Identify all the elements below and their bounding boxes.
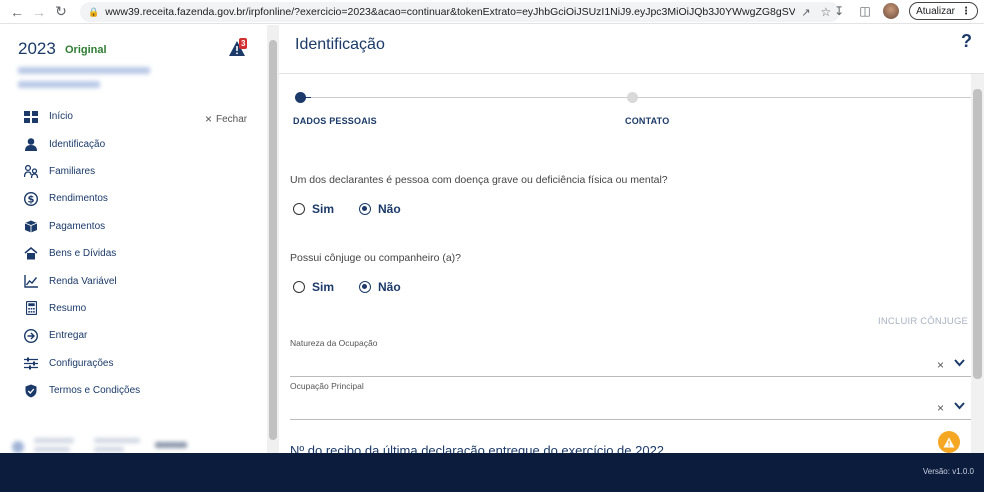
sidebar-item-label: Rendimentos bbox=[49, 193, 108, 205]
lock-icon: 🔒 bbox=[88, 6, 100, 17]
main-scrollbar-thumb[interactable] bbox=[973, 89, 982, 379]
sidebar-item-inicio[interactable]: Início bbox=[0, 103, 268, 130]
radio-circle-selected[interactable] bbox=[359, 281, 371, 293]
page-title: Identificação bbox=[295, 36, 385, 53]
clear-icon[interactable]: × bbox=[937, 358, 944, 372]
radio-circle[interactable] bbox=[293, 203, 305, 215]
sidebar-item-renda-variavel[interactable]: Renda Variável bbox=[0, 267, 268, 294]
chevron-down-icon[interactable] bbox=[954, 399, 965, 413]
bookmark-star-icon[interactable]: ☆ bbox=[820, 5, 831, 19]
question-conjuge: Possui cônjuge ou companheiro (a)? bbox=[290, 252, 462, 264]
profile-avatar[interactable] bbox=[883, 3, 900, 19]
radio-q1-sim[interactable]: Sim bbox=[293, 202, 334, 216]
radio-label: Sim bbox=[312, 280, 335, 294]
svg-text:$: $ bbox=[28, 194, 35, 205]
share-icon[interactable]: ↗ bbox=[801, 6, 810, 19]
sidebar-item-pagamentos[interactable]: Pagamentos bbox=[0, 213, 268, 240]
sidebar-item-label: Identificação bbox=[49, 138, 106, 150]
dollar-icon: $ bbox=[23, 191, 39, 206]
question-doenca-grave: Um dos declarantes é pessoa com doença g… bbox=[290, 174, 668, 186]
sidebar-item-label: Renda Variável bbox=[49, 275, 117, 287]
footer: Versão: v1.0.0 bbox=[0, 453, 984, 492]
radio-circle-selected[interactable] bbox=[359, 203, 371, 215]
sidebar-item-label: Bens e Dívidas bbox=[49, 248, 117, 260]
update-label: Atualizar bbox=[916, 5, 955, 17]
help-icon[interactable]: ? bbox=[961, 31, 972, 52]
ocupacao-principal-label: Ocupação Principal bbox=[290, 381, 364, 391]
address-bar[interactable]: 🔒 www39.receita.fazenda.gov.br/irpfonlin… bbox=[80, 2, 840, 22]
reload-icon[interactable]: ↻ bbox=[50, 1, 72, 23]
sidebar-item-rendimentos[interactable]: $ Rendimentos bbox=[0, 185, 268, 212]
sidebar-item-label: Resumo bbox=[49, 302, 87, 314]
sidebar-item-label: Configurações bbox=[49, 357, 114, 369]
download-icon[interactable]: ↧ bbox=[831, 3, 847, 19]
include-spouse-button[interactable]: INCLUIR CÔNJUGE bbox=[878, 316, 968, 327]
declaration-type: Original bbox=[65, 44, 107, 56]
clear-icon[interactable]: × bbox=[937, 401, 944, 415]
radio-q1-nao[interactable]: Não bbox=[359, 202, 401, 216]
step-label-dados-pessoais[interactable]: DADOS PESSOAIS bbox=[293, 116, 377, 126]
forward-icon[interactable]: → bbox=[28, 1, 50, 23]
back-icon[interactable]: ← bbox=[6, 1, 28, 23]
sidebar-item-entregar[interactable]: Entregar bbox=[0, 322, 268, 349]
radio-label: Não bbox=[378, 280, 401, 294]
kebab-menu-icon: ⋮ bbox=[961, 5, 971, 17]
calculator-icon bbox=[23, 301, 39, 316]
taxpayer-cpf-redacted bbox=[18, 81, 100, 88]
sidebar-item-termos[interactable]: Termos e Condições bbox=[0, 377, 268, 404]
sidebar-item-bens-dividas[interactable]: Bens e Dívidas bbox=[0, 240, 268, 267]
notification-alert-icon[interactable]: 3 bbox=[229, 38, 251, 56]
declaration-year: 2023 bbox=[18, 39, 56, 58]
box-icon bbox=[23, 219, 39, 233]
sidebar-item-label: Início bbox=[49, 111, 73, 123]
sidebar-item-label: Termos e Condições bbox=[49, 385, 141, 397]
radio-circle[interactable] bbox=[293, 281, 305, 293]
sidebar-item-label: Pagamentos bbox=[49, 220, 106, 232]
chart-icon bbox=[23, 274, 39, 288]
family-icon bbox=[23, 164, 39, 178]
sidepanel-icon[interactable]: ◫ bbox=[857, 3, 873, 19]
radio-label: Não bbox=[378, 202, 401, 216]
sidebar-item-familiares[interactable]: Familiares bbox=[0, 158, 268, 185]
sidebar-item-resumo[interactable]: Resumo bbox=[0, 295, 268, 322]
version-label: Versão: v1.0.0 bbox=[922, 467, 974, 476]
radio-q2-nao[interactable]: Não bbox=[359, 280, 401, 294]
natureza-ocupacao-select[interactable] bbox=[290, 376, 971, 377]
sliders-icon bbox=[23, 356, 39, 370]
url-text: www39.receita.fazenda.gov.br/irpfonline/… bbox=[105, 6, 796, 18]
ocupacao-principal-select[interactable] bbox=[290, 419, 971, 420]
sidebar-item-label: Entregar bbox=[49, 330, 88, 342]
main-content: Identificação ? DADOS PESSOAIS CONTATO U… bbox=[279, 25, 984, 453]
step-dot-dados-pessoais[interactable] bbox=[295, 92, 306, 103]
warning-button[interactable] bbox=[938, 431, 960, 453]
step-dot-contato[interactable] bbox=[627, 92, 638, 103]
shield-icon bbox=[23, 384, 39, 398]
sidebar-item-identificacao[interactable]: Identificação bbox=[0, 130, 268, 157]
radio-q2-sim[interactable]: Sim bbox=[293, 280, 334, 294]
taxpayer-name-redacted bbox=[18, 67, 150, 74]
update-button[interactable]: Atualizar ⋮ bbox=[909, 2, 978, 20]
browser-toolbar: ← → ↻ 🔒 www39.receita.fazenda.gov.br/irp… bbox=[0, 0, 984, 24]
sidebar: 2023 Original 3 × Fechar Início Identifi… bbox=[0, 25, 268, 474]
notification-count: 3 bbox=[239, 38, 248, 49]
grid-icon bbox=[23, 110, 39, 124]
house-icon bbox=[23, 247, 39, 261]
sidebar-scrollbar-thumb[interactable] bbox=[269, 40, 277, 440]
chevron-down-icon[interactable] bbox=[954, 356, 965, 370]
title-divider bbox=[279, 73, 984, 74]
question-recibo: Nº do recibo da última declaração entreg… bbox=[290, 443, 665, 453]
radio-label: Sim bbox=[312, 202, 335, 216]
sidebar-item-configuracoes[interactable]: Configurações bbox=[0, 350, 268, 377]
arrow-right-icon bbox=[23, 328, 39, 343]
sidebar-item-label: Familiares bbox=[49, 165, 96, 177]
natureza-ocupacao-label: Natureza da Ocupação bbox=[290, 338, 378, 348]
warning-icon bbox=[943, 437, 955, 447]
step-label-contato[interactable]: CONTATO bbox=[625, 116, 669, 126]
person-icon bbox=[23, 137, 39, 151]
sidebar-menu: Início Identificação Familiares $ Rendim… bbox=[0, 103, 268, 404]
